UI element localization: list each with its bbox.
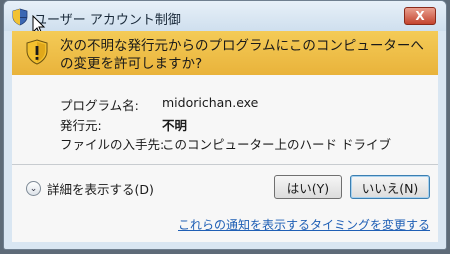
publisher-value: 不明 [162, 118, 188, 133]
shield-icon [12, 8, 28, 26]
close-button[interactable]: X [404, 7, 436, 25]
warning-banner: 次の不明な発行元からのプログラムにこのコンピューターへの変更を許可しますか? [12, 31, 438, 75]
warning-shield-icon [26, 39, 48, 65]
publisher-label: 発行元: [60, 118, 102, 133]
divider [12, 164, 438, 165]
notification-settings-link[interactable]: これらの通知を表示するタイミングを変更する [178, 216, 430, 233]
show-details-toggle[interactable]: ⌄ 詳細を表示する(D) [26, 179, 154, 198]
program-name-value: midorichan.exe [162, 95, 259, 110]
file-source-label: ファイルの入手先: [60, 137, 165, 152]
dialog-content: プログラム名: midorichan.exe 発行元: 不明 ファイルの入手先:… [12, 75, 438, 242]
uac-dialog: ユーザー アカウント制御 X 次の不明な発行元からのプログラムにこのコンピュータ… [3, 0, 447, 250]
window-title: ユーザー アカウント制御 [34, 13, 181, 28]
chevron-down-icon[interactable]: ⌄ [26, 181, 41, 196]
show-details-label[interactable]: 詳細を表示する(D) [47, 179, 154, 198]
no-button[interactable]: いいえ(N) [350, 175, 430, 199]
program-name-label: プログラム名: [60, 98, 139, 113]
yes-button[interactable]: はい(Y) [274, 175, 342, 199]
file-source-value: このコンピューター上のハード ドライブ [162, 137, 391, 152]
banner-message: 次の不明な発行元からのプログラムにこのコンピューターへの変更を許可しますか? [60, 38, 424, 72]
title-bar[interactable]: ユーザー アカウント制御 X [4, 1, 446, 31]
